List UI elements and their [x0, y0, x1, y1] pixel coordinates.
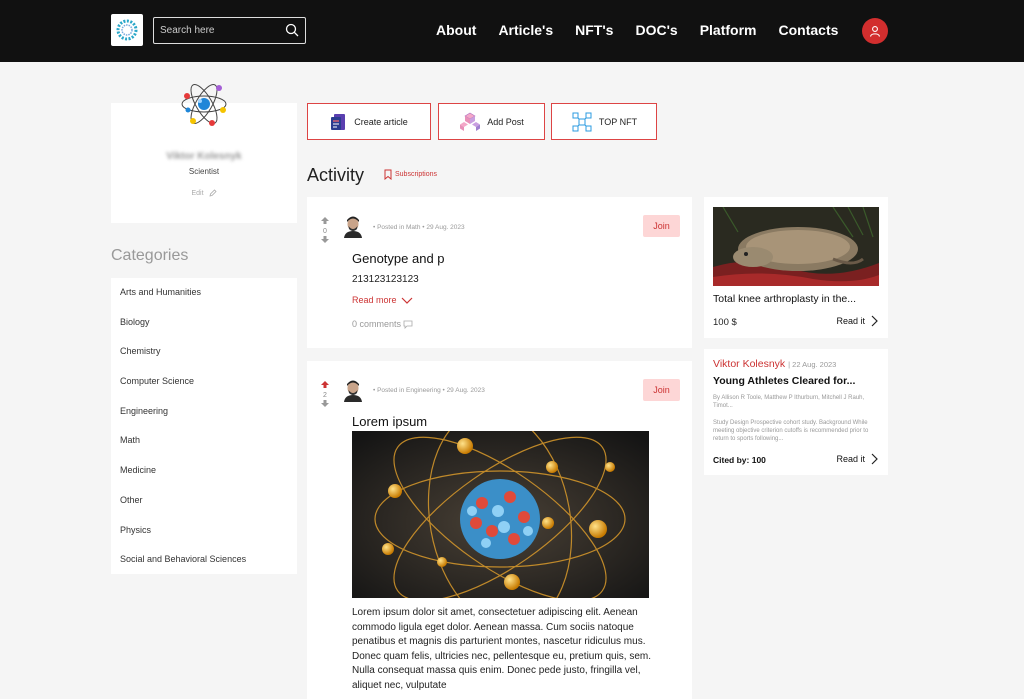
activity-title: Activity	[307, 165, 365, 185]
nav-docs[interactable]: DOC's	[635, 22, 677, 38]
chevron-right-icon	[871, 453, 878, 465]
bookmark-icon	[384, 169, 392, 180]
add-post-label: Add Post	[487, 116, 524, 127]
comments-link[interactable]: 0 comments	[352, 319, 413, 329]
category-item[interactable]: Biology	[111, 315, 297, 345]
post-card: 0 • Posted in Math • 29 Aug. 2023 Join G…	[307, 197, 692, 348]
article-title[interactable]: Young Athletes Cleared for...	[713, 375, 879, 387]
top-nft-button[interactable]: TOP NFT	[551, 103, 657, 140]
post-card: 2 • Posted in Engineering • 29 Aug. 2023…	[307, 361, 692, 699]
read-it-label: Read it	[836, 454, 865, 464]
vote-widget: 2	[320, 381, 330, 410]
categories-title: Categories	[111, 247, 189, 264]
category-item[interactable]: Arts and Humanities	[111, 285, 297, 315]
category-item[interactable]: Physics	[111, 523, 297, 553]
nft-card: Total knee arthroplasty in the... 100 $ …	[704, 197, 888, 338]
atom-avatar-icon	[181, 84, 227, 126]
chevron-right-icon	[871, 315, 878, 327]
nav-platform[interactable]: Platform	[700, 22, 757, 38]
downvote-icon[interactable]	[321, 400, 329, 407]
category-item[interactable]: Chemistry	[111, 344, 297, 374]
category-item[interactable]: Computer Science	[111, 374, 297, 404]
post-meta: • Posted in Engineering • 29 Aug. 2023	[373, 387, 485, 394]
category-item[interactable]: Medicine	[111, 463, 297, 493]
read-it-label: Read it	[836, 316, 865, 326]
comment-icon	[403, 320, 413, 329]
join-button[interactable]: Join	[643, 215, 680, 237]
nft-image-turtle[interactable]	[713, 207, 879, 286]
category-item[interactable]: Math	[111, 433, 297, 463]
top-nft-label: TOP NFT	[598, 116, 638, 127]
vote-widget: 0	[320, 217, 330, 246]
upvote-icon[interactable]	[321, 381, 329, 388]
main-nav: About Article's NFT's DOC's Platform Con…	[436, 22, 860, 38]
nav-about[interactable]: About	[436, 22, 476, 38]
join-button[interactable]: Join	[643, 379, 680, 401]
vote-count: 2	[323, 392, 327, 399]
author-avatar[interactable]	[343, 216, 363, 238]
post-meta: • Posted in Math • 29 Aug. 2023	[373, 224, 465, 231]
article-date: | 22 Aug. 2023	[788, 360, 837, 369]
nft-title[interactable]: Total knee arthroplasty in the...	[713, 293, 879, 305]
create-article-label: Create article	[354, 116, 408, 127]
create-article-button[interactable]: Create article	[307, 103, 431, 140]
document-icon	[331, 113, 346, 130]
post-body: 213123123123	[352, 274, 419, 285]
read-more-link[interactable]: Read more	[352, 295, 413, 305]
downvote-icon[interactable]	[321, 236, 329, 243]
profile-edit-label: Edit	[191, 189, 204, 197]
chevron-down-icon	[401, 297, 412, 304]
read-it-button[interactable]: Read it	[836, 315, 878, 327]
article-author-name: Viktor Kolesnyk	[713, 358, 786, 370]
network-icon	[572, 112, 592, 131]
site-logo[interactable]	[111, 14, 143, 46]
category-item[interactable]: Other	[111, 493, 297, 523]
cubes-icon	[460, 112, 481, 131]
profile-edit-link[interactable]: Edit	[111, 189, 297, 197]
article-card: Viktor Kolesnyk | 22 Aug. 2023 Young Ath…	[704, 349, 888, 475]
user-account-button[interactable]	[862, 18, 888, 44]
post-title[interactable]: Lorem ipsum	[352, 414, 427, 429]
read-it-button[interactable]: Read it	[836, 453, 878, 465]
article-author[interactable]: Viktor Kolesnyk | 22 Aug. 2023	[713, 358, 836, 370]
profile-name: Viktor Kolesnyk	[166, 151, 242, 162]
comments-count: 0 comments	[352, 319, 402, 329]
subscriptions-label: Subscriptions	[395, 171, 438, 178]
read-more-label: Read more	[352, 295, 397, 305]
nav-nfts[interactable]: NFT's	[575, 22, 613, 38]
add-post-button[interactable]: Add Post	[438, 103, 545, 140]
categories-list: Arts and Humanities Biology Chemistry Co…	[111, 278, 297, 574]
article-authors: By Allison R Toole, Matthew P Ithurburn,…	[713, 395, 865, 409]
nft-price: 100 $	[713, 317, 737, 328]
top-bar: About Article's NFT's DOC's Platform Con…	[0, 0, 1024, 62]
article-abstract: Study Design Prospective cohort study. B…	[713, 420, 869, 442]
nav-contacts[interactable]: Contacts	[779, 22, 839, 38]
post-title[interactable]: Genotype and p	[352, 251, 445, 266]
nav-articles[interactable]: Article's	[498, 22, 553, 38]
post-image-atom[interactable]	[352, 431, 649, 598]
author-avatar[interactable]	[343, 380, 363, 402]
category-item[interactable]: Engineering	[111, 404, 297, 434]
profile-role: Scientist	[188, 167, 220, 176]
subscriptions-link[interactable]: Subscriptions	[384, 169, 437, 180]
logo-icon	[116, 19, 138, 41]
cited-by: Cited by: 100	[713, 455, 766, 465]
vote-count: 0	[323, 228, 327, 235]
search-icon[interactable]	[285, 23, 299, 37]
category-item[interactable]: Social and Behavioral Sciences	[111, 552, 297, 582]
post-body: Lorem ipsum dolor sit amet, consectetuer…	[352, 607, 652, 691]
search-input[interactable]	[160, 25, 280, 36]
search-box	[153, 17, 306, 44]
pencil-icon	[208, 189, 217, 197]
upvote-icon[interactable]	[321, 217, 329, 224]
user-icon	[869, 26, 881, 37]
